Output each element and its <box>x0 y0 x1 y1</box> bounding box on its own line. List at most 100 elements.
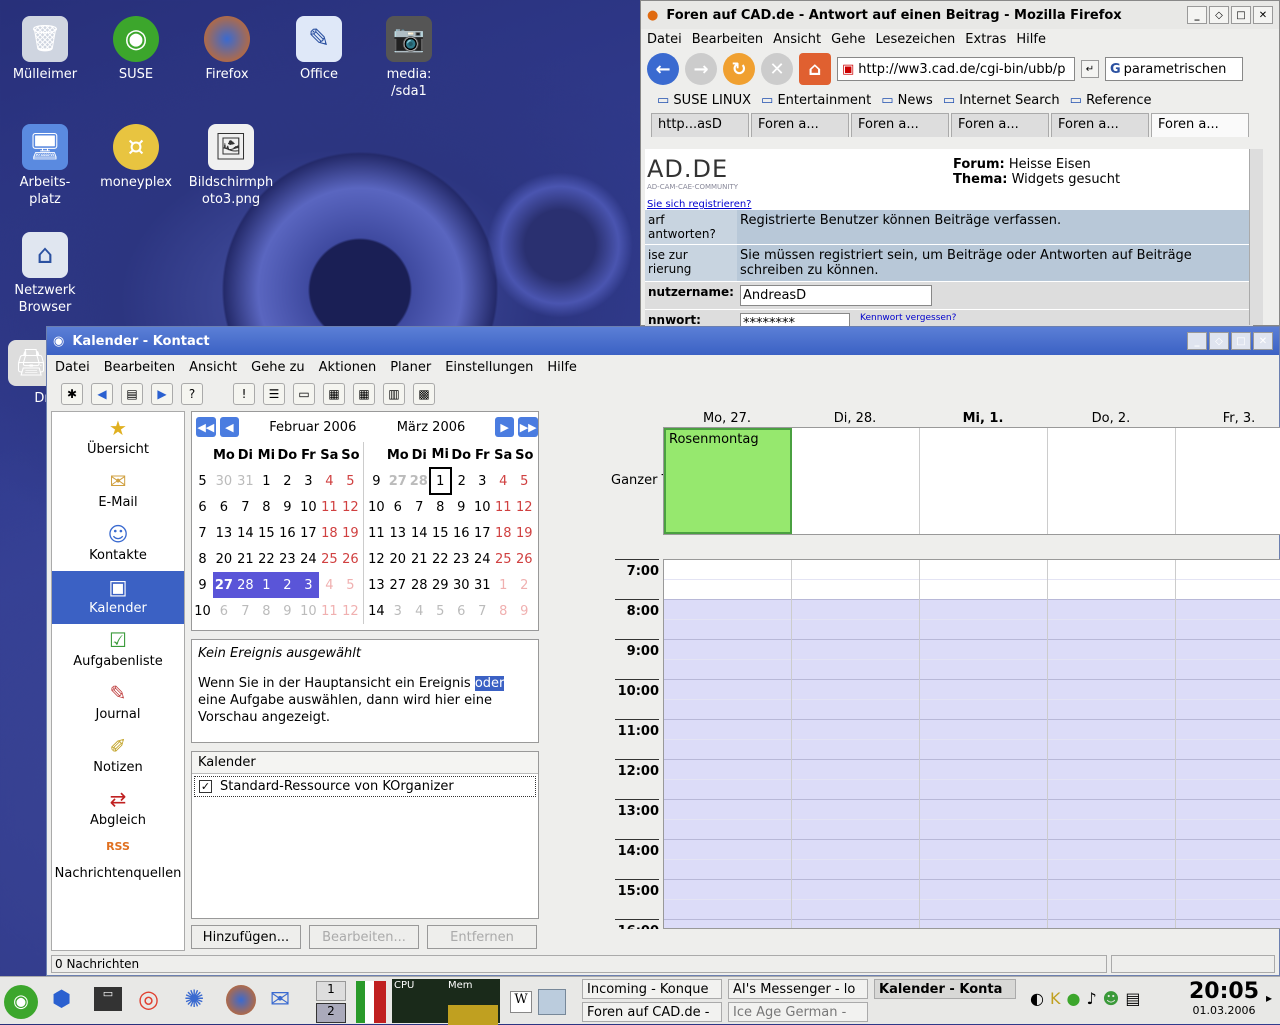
prev-year-button[interactable]: ◀◀ <box>196 417 216 437</box>
day-cell[interactable]: 4 <box>493 468 514 494</box>
day-cell[interactable]: 11 <box>319 598 340 624</box>
week-number[interactable]: 9 <box>366 468 387 494</box>
tab[interactable]: Foren a... <box>951 113 1049 137</box>
time-slot[interactable] <box>1176 680 1280 700</box>
day-cell[interactable]: 24 <box>298 546 319 572</box>
time-slot[interactable] <box>920 740 1047 760</box>
kontact-titlebar[interactable]: ◉ Kalender - Kontact _ ◇ □ ✕ <box>47 327 1279 355</box>
day-cell[interactable]: 21 <box>409 546 430 572</box>
time-slot[interactable] <box>1048 760 1175 780</box>
next-month-button[interactable]: ▶ <box>494 417 515 437</box>
clipboard-icon[interactable]: ▤ <box>1125 989 1140 1015</box>
nextdays-view-icon[interactable]: ▥ <box>383 383 405 405</box>
next-year-button[interactable]: ▶▶ <box>518 417 538 437</box>
day-cell[interactable]: 7 <box>235 494 256 520</box>
day-cell[interactable]: 3 <box>472 468 493 494</box>
day-cell[interactable]: 8 <box>256 494 277 520</box>
day-cell[interactable]: 23 <box>277 546 298 572</box>
reload-button[interactable]: ↻ <box>723 53 755 85</box>
time-slot[interactable] <box>1176 700 1280 720</box>
week-number[interactable]: 14 <box>366 598 387 624</box>
time-slot[interactable] <box>1176 760 1280 780</box>
time-slot[interactable] <box>920 900 1047 920</box>
konqueror-icon[interactable]: ✺ <box>184 985 204 1013</box>
desktop-icon-suse[interactable]: ◉ SUSE <box>93 16 179 83</box>
day-header[interactable]: Fr, 3. <box>1175 411 1280 426</box>
back-icon[interactable]: ◀ <box>91 383 113 405</box>
day-cell[interactable]: 31 <box>235 468 256 494</box>
time-slot[interactable] <box>792 840 919 860</box>
day-cell[interactable]: 3 <box>387 598 409 624</box>
time-slot[interactable] <box>664 920 791 928</box>
time-slot[interactable] <box>664 660 791 680</box>
desktop-icon-trash[interactable]: 🗑 Mülleimer <box>2 16 88 83</box>
time-slot[interactable] <box>1048 700 1175 720</box>
new-event-icon[interactable]: ✱ <box>61 383 83 405</box>
time-slot[interactable] <box>1176 900 1280 920</box>
day-cell[interactable]: 9 <box>277 598 298 624</box>
time-slot[interactable] <box>1176 780 1280 800</box>
sidebar-item-journal[interactable]: ✎ Journal <box>52 677 184 730</box>
time-slot[interactable] <box>920 840 1047 860</box>
time-slot[interactable] <box>1048 880 1175 900</box>
day-cell[interactable]: 4 <box>319 468 340 494</box>
taskbar-app-messenger[interactable]: AI's Messenger - lo <box>728 979 868 999</box>
day-cell[interactable]: 10 <box>298 494 319 520</box>
tab[interactable]: Foren a... <box>751 113 849 137</box>
day-column[interactable] <box>1176 560 1280 928</box>
time-slot[interactable] <box>664 600 791 620</box>
time-slot[interactable] <box>1048 660 1175 680</box>
kopete-tray-icon[interactable]: K <box>1050 989 1061 1015</box>
time-slot[interactable] <box>920 580 1047 600</box>
desktop-icon-workspace[interactable]: 🖥 Arbeits- platz <box>2 124 88 208</box>
time-slot[interactable] <box>792 660 919 680</box>
time-slot[interactable] <box>1176 580 1280 600</box>
back-button[interactable]: ← <box>647 53 679 85</box>
time-slot[interactable] <box>920 780 1047 800</box>
menu-extras[interactable]: Extras <box>965 32 1006 47</box>
day-cell[interactable]: 27 <box>213 572 235 598</box>
time-slot[interactable] <box>920 860 1047 880</box>
time-slot[interactable] <box>664 820 791 840</box>
time-slot[interactable] <box>1176 920 1280 928</box>
day-cell[interactable]: 26 <box>340 546 361 572</box>
day-cell[interactable]: 6 <box>451 598 472 624</box>
menu-planer[interactable]: Planer <box>390 360 431 375</box>
sidebar-item-contacts[interactable]: ☺ Kontakte <box>52 518 184 571</box>
day-cell[interactable]: 10 <box>298 598 319 624</box>
day-cell[interactable]: 9 <box>514 598 535 624</box>
day-cell[interactable]: 5 <box>514 468 535 494</box>
sidebar-item-email[interactable]: ✉ E-Mail <box>52 465 184 518</box>
day-cell[interactable]: 27 <box>387 468 409 494</box>
day-cell[interactable]: 27 <box>387 572 409 598</box>
day-cell[interactable]: 25 <box>319 546 340 572</box>
time-slot[interactable] <box>664 560 791 580</box>
taskbar-hide-arrow[interactable]: ▸ <box>1266 991 1272 1005</box>
time-slot[interactable] <box>1176 840 1280 860</box>
time-slot[interactable] <box>792 880 919 900</box>
time-slot[interactable] <box>1176 800 1280 820</box>
day-cell[interactable]: 28 <box>234 572 256 598</box>
day-cell[interactable]: 17 <box>298 520 319 546</box>
day-cell[interactable]: 18 <box>493 520 514 546</box>
allday-event[interactable]: Rosenmontag <box>664 428 792 534</box>
day-cell[interactable]: 18 <box>319 520 340 546</box>
password-input[interactable]: ******** <box>740 313 850 327</box>
time-slot[interactable] <box>792 620 919 640</box>
time-slot[interactable] <box>664 740 791 760</box>
time-slot[interactable] <box>920 680 1047 700</box>
time-slot[interactable] <box>1176 600 1280 620</box>
time-slot[interactable] <box>792 920 919 928</box>
time-slot[interactable] <box>1048 800 1175 820</box>
remove-button[interactable]: Entfernen <box>427 925 537 949</box>
sidebar-item-notes[interactable]: ✐ Notizen <box>52 730 184 783</box>
day-cell[interactable]: 22 <box>430 546 451 572</box>
day-cell[interactable]: 24 <box>472 546 493 572</box>
firefox-titlebar[interactable]: ● Foren auf CAD.de - Antwort auf einen B… <box>641 1 1279 29</box>
sidebar-item-calendar[interactable]: ▣ Kalender <box>52 571 184 624</box>
day-cell[interactable]: 28 <box>409 468 430 494</box>
menu-gehe[interactable]: Gehe <box>831 32 865 47</box>
time-slot[interactable] <box>664 800 791 820</box>
bookmark-suse[interactable]: SUSE LINUX <box>657 93 751 108</box>
tab[interactable]: Foren a... <box>1051 113 1149 137</box>
